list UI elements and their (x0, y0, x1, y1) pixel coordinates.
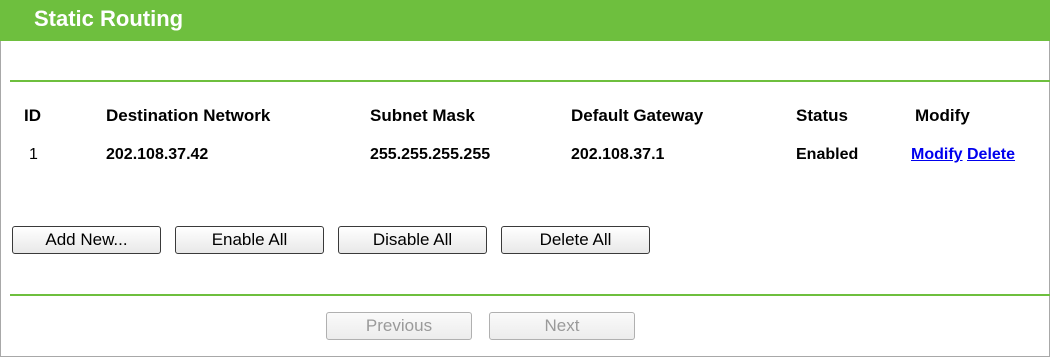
title-bar: Static Routing (0, 0, 1050, 41)
cell-destination: 202.108.37.42 (106, 146, 209, 163)
cell-gateway: 202.108.37.1 (571, 146, 665, 163)
delete-all-button[interactable]: Delete All (501, 226, 650, 254)
column-header-id: ID (24, 106, 41, 125)
delete-link[interactable]: Delete (967, 146, 1015, 163)
page-title: Static Routing (34, 6, 184, 31)
cell-id: 1 (29, 146, 38, 163)
divider-bottom (10, 294, 1050, 296)
static-routing-panel (0, 0, 1050, 357)
column-header-modify: Modify (915, 106, 970, 125)
column-header-gateway: Default Gateway (571, 106, 704, 125)
enable-all-button[interactable]: Enable All (175, 226, 324, 254)
cell-status: Enabled (796, 146, 859, 163)
modify-link[interactable]: Modify (911, 146, 963, 163)
column-header-destination: Destination Network (106, 106, 271, 125)
previous-button[interactable]: Previous (326, 312, 472, 340)
divider-top (10, 80, 1050, 82)
disable-all-button[interactable]: Disable All (338, 226, 487, 254)
cell-modify: Modify Delete (911, 146, 1015, 164)
cell-subnet: 255.255.255.255 (370, 146, 491, 163)
column-header-status: Status (796, 106, 848, 125)
column-header-subnet: Subnet Mask (370, 106, 475, 125)
add-new-button[interactable]: Add New... (12, 226, 161, 254)
next-button[interactable]: Next (489, 312, 635, 340)
